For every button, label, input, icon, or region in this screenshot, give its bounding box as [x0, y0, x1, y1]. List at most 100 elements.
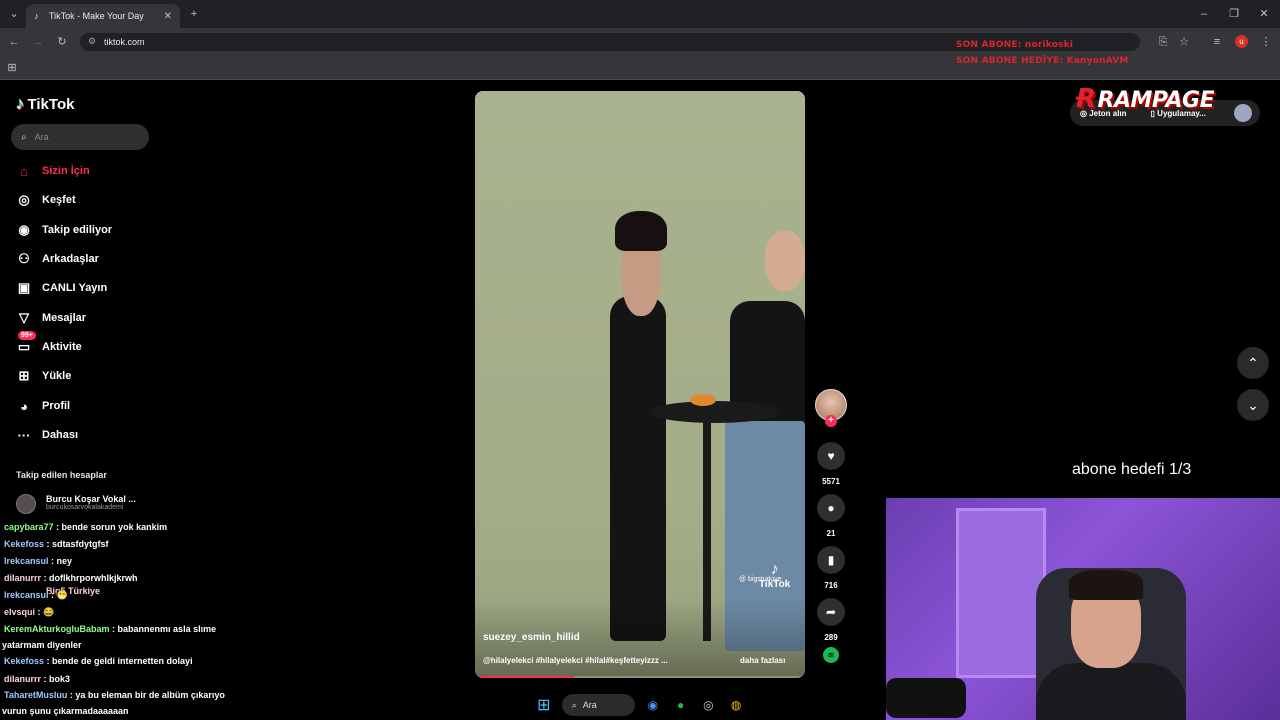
chat-username: Kekefoss [4, 539, 45, 549]
search-icon: ⌕ [21, 131, 27, 143]
profile-avatar[interactable]: u [1235, 35, 1248, 48]
chat-text: : ya bu eleman bir de albüm çıkarıyo [69, 690, 225, 700]
video-author[interactable]: suezey_esmin_hillid [483, 632, 580, 643]
follow-plus-icon[interactable]: + [825, 415, 837, 427]
chat-message: capybara77 : bende sorun yok kankim [4, 522, 167, 532]
bookmark-star-icon[interactable]: ☆ [1176, 35, 1192, 49]
taskbar-chrome-icon[interactable]: ◍ [725, 694, 747, 716]
sidebar-item-7[interactable]: ⊞ Yükle [14, 366, 174, 386]
compass-icon: ◎ [18, 192, 30, 207]
person-right-face [765, 231, 805, 291]
sidebar-item-label: Aktivite [42, 341, 82, 353]
profile-avatar-icon: ◕ [20, 398, 28, 414]
tiktok-favicon-icon: ♪ [34, 10, 39, 21]
comment-button[interactable]: ● 21 [816, 494, 846, 538]
save-count: 716 [824, 581, 838, 590]
sidebar-item-label: Keşfet [42, 194, 76, 206]
tiktok-logo[interactable]: ♪ TikTok [16, 94, 74, 114]
browser-tab[interactable]: ♪ TikTok - Make Your Day ✕ [26, 4, 180, 28]
notification-badge: 99+ [18, 331, 36, 340]
sidebar-item-1[interactable]: ◎ Keşfet [14, 190, 174, 210]
sidebar-item-label: Yükle [42, 370, 72, 382]
heart-icon: ♥ [817, 442, 845, 470]
chevron-down-icon: ⌄ [1247, 396, 1259, 413]
sidebar-item-3[interactable]: ⚇ Arkadaşlar [14, 249, 174, 269]
minimize-icon[interactable]: – [1196, 7, 1212, 21]
tab-search-icon[interactable]: ⌄ [6, 7, 22, 21]
chat-message: vurun şunu çıkarmadaaaaaan [2, 706, 129, 716]
taskbar-search[interactable]: ⌕ Ara [561, 694, 636, 716]
live-icon: ▣ [17, 280, 31, 295]
chat-message: TaharetMusluu : ya bu eleman bir de albü… [4, 690, 225, 700]
chat-text: : sdtasfdytgfsf [46, 539, 109, 549]
chat-text: : bende sorun yok kankim [56, 522, 168, 532]
close-tab-icon[interactable]: ✕ [164, 11, 172, 22]
sidebar-item-0[interactable]: ⌂ Sizin İçin [14, 161, 174, 181]
previous-video-button[interactable]: ⌃ [1237, 347, 1269, 379]
logo-text: TikTok [27, 95, 75, 113]
account-name: Burcu Koşar Vokal ... [46, 494, 136, 504]
search-input[interactable]: ⌕ Ara [11, 124, 149, 150]
chat-text: : doflkhrporwhlkjkrwh [43, 573, 138, 583]
bookmark-icon: ▮ [817, 546, 845, 574]
translate-icon[interactable]: ⎘ [1155, 35, 1171, 49]
account-handle: burcukosarvokalakademi [46, 504, 124, 511]
forward-icon[interactable]: → [30, 35, 46, 49]
media-control-icon[interactable]: ≡ [1209, 35, 1225, 49]
chat-message: lrekcansul : 😁 [4, 590, 68, 601]
sidebar-item-label: Mesajlar [42, 312, 87, 324]
like-button[interactable]: ♥ 5571 [816, 442, 846, 486]
video-player[interactable]: ♪ TikTok @ bigsturkiye suezey_esmin_hill… [475, 91, 805, 678]
rampage-text: RAMPAGE [1097, 88, 1215, 113]
taskbar-obs-icon[interactable]: ◎ [698, 694, 720, 716]
share-button[interactable]: ➦ 289 [816, 598, 846, 642]
sidebar-item-5[interactable]: ▽ Mesajlar [14, 308, 174, 328]
taskbar-search-label: Ara [582, 700, 597, 710]
account-avatar [16, 494, 36, 514]
chat-message: Kekefoss : sdtasfdytgfsf [4, 539, 109, 549]
video-progress-bar[interactable] [475, 676, 805, 678]
comment-count: 21 [826, 529, 836, 538]
save-button[interactable]: ▮ 716 [816, 546, 846, 590]
webcam-body [1036, 663, 1186, 720]
upload-icon: ⊞ [18, 368, 30, 383]
taskbar-spotify-icon[interactable]: ● [670, 694, 692, 716]
followed-account[interactable]: Burcu Koşar Vokal ... burcukosarvokalaka… [16, 494, 136, 514]
last-subscriber-text: SON ABONE: norikoski [956, 40, 1074, 50]
back-icon[interactable]: ← [6, 35, 22, 49]
sidebar-item-6[interactable]: ▭ 99+ Aktivite [14, 331, 174, 357]
reload-icon[interactable]: ↻ [54, 35, 70, 49]
last-gift-sub-text: SON ABONE HEDİYE: KanyonAVM [956, 56, 1129, 66]
next-video-button[interactable]: ⌄ [1237, 389, 1269, 421]
share-count: 289 [824, 633, 838, 642]
user-avatar[interactable] [1234, 104, 1252, 122]
following-avatar-icon: ◉ [18, 222, 30, 237]
taskbar-app-icon[interactable]: ◉ [642, 694, 664, 716]
video-caption[interactable]: @hilalyelekci #hilalyelekci #hilal#keşfe… [483, 656, 668, 665]
sidebar-item-8[interactable]: ◕ Profil [14, 396, 174, 416]
chat-username: elvsqui [4, 607, 36, 617]
site-info-icon[interactable]: ⚙ [88, 36, 96, 47]
sidebar-item-4[interactable]: ▣ CANLI Yayın [14, 278, 174, 298]
messages-icon: ▽ [19, 310, 29, 325]
sidebar-item-9[interactable]: ··· Dahası [14, 425, 174, 445]
close-window-icon[interactable]: ✕ [1256, 7, 1272, 21]
tab-title: TikTok - Make Your Day [49, 11, 144, 21]
chrome-menu-icon[interactable]: ⋮ [1258, 35, 1274, 49]
chat-message: dilanurrr : bok3 [4, 674, 70, 684]
spotify-icon[interactable]: ≋ [823, 647, 839, 663]
new-tab-icon[interactable]: + [186, 7, 202, 21]
progress-fill [475, 676, 574, 678]
more-button[interactable]: daha fazlası [740, 656, 785, 665]
sidebar-item-2[interactable]: ◉ Takip ediliyor [14, 220, 174, 240]
webcam-door [956, 508, 1046, 678]
restore-icon[interactable]: ❐ [1226, 7, 1242, 21]
windows-start-icon[interactable]: ⊞ [533, 694, 555, 716]
chat-message: yatarmam diyenler [2, 640, 82, 650]
chat-message: Kekefoss : bende de geldi internetten do… [4, 656, 193, 666]
home-icon: ⌂ [20, 163, 28, 179]
apps-grid-icon[interactable]: ⊞ [4, 61, 20, 75]
search-placeholder: Ara [34, 132, 49, 142]
tiktok-note-icon: ♪ [16, 94, 25, 113]
chat-username: KeremAkturkogluBabam [4, 624, 110, 634]
